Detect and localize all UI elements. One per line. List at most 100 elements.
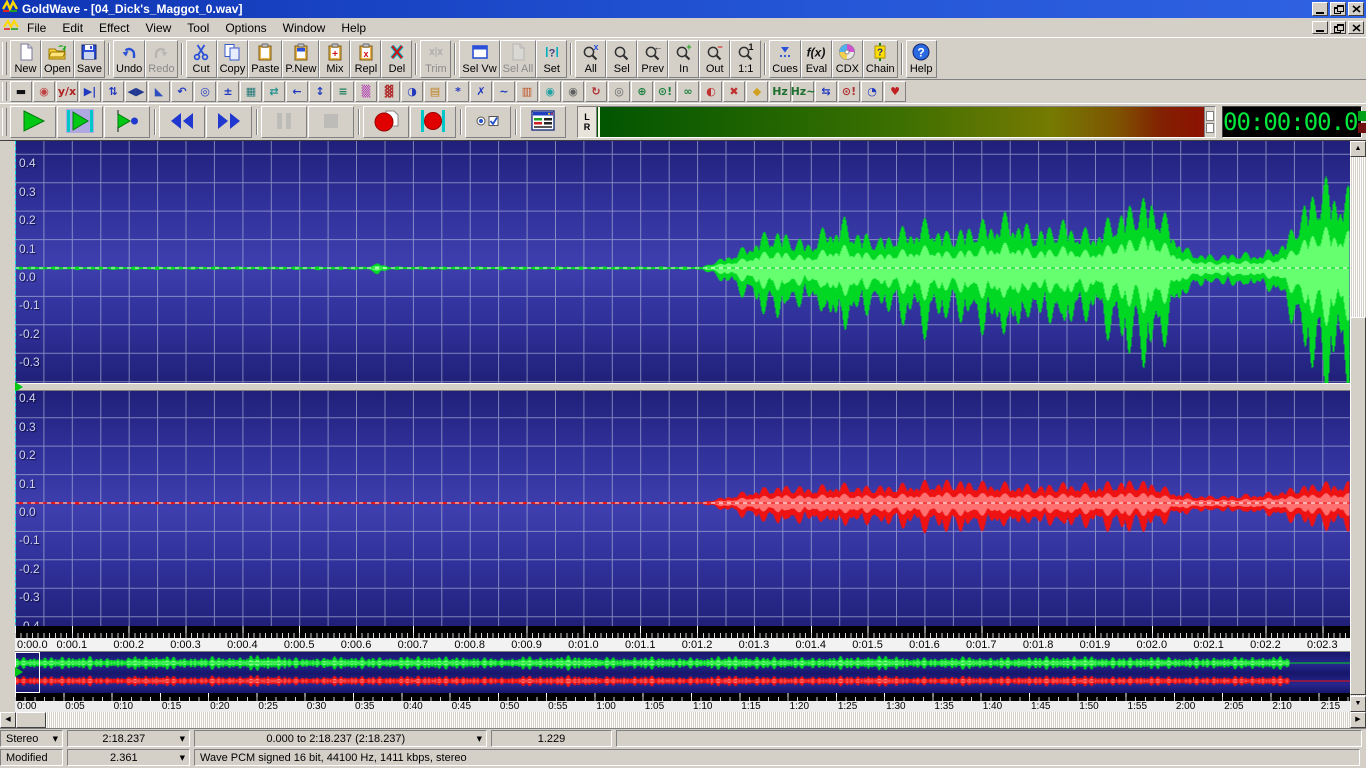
replace-button[interactable]: x Repl	[350, 40, 381, 78]
spectrum-bar-icon[interactable]: ▥	[516, 81, 538, 102]
max-volume-icon[interactable]: ⊕	[631, 81, 653, 102]
doc-close-button[interactable]	[1348, 21, 1364, 34]
horizontal-scroll-thumb[interactable]	[16, 712, 46, 728]
overview-ruler-ticks[interactable]	[15, 693, 1350, 701]
balance-icon[interactable]: ◐	[700, 81, 722, 102]
cd-extract-button[interactable]: CDX	[832, 40, 863, 78]
media-sequencer-icon[interactable]: ▤	[424, 81, 446, 102]
vertical-zoom-scrollbar[interactable]: ▲ ▼	[1350, 141, 1366, 712]
menu-item[interactable]: Options	[217, 19, 274, 37]
rewind-button[interactable]	[159, 106, 205, 138]
playback-rate-icon[interactable]: Hz	[769, 81, 791, 102]
volume-icon[interactable]: ↕	[309, 81, 331, 102]
dynamics-knob-icon[interactable]: ◎	[608, 81, 630, 102]
rotate-knob-icon[interactable]: ↻	[585, 81, 607, 102]
expression-evaluator-button[interactable]: f(x) Eval	[801, 40, 832, 78]
zoom-in-button[interactable]: + In	[668, 40, 699, 78]
marker-position[interactable]: 2.361▼	[67, 749, 190, 766]
pop-removal-icon[interactable]: *	[447, 81, 469, 102]
play-button[interactable]	[10, 106, 56, 138]
new-button[interactable]: New	[10, 40, 41, 78]
shape-volume-icon[interactable]: ∞	[677, 81, 699, 102]
level-meter[interactable]: L R	[577, 106, 1216, 138]
chain-help-button[interactable]: ? Chain	[863, 40, 898, 78]
auto-gain-icon[interactable]: ⊙!	[838, 81, 860, 102]
menu-item[interactable]: Window	[275, 19, 334, 37]
noise-reduction-icon[interactable]: ▒	[355, 81, 377, 102]
overview-strip[interactable]	[15, 652, 1350, 693]
preset-dropdown-icon[interactable]: ▬	[10, 81, 32, 102]
close-button[interactable]	[1348, 2, 1364, 16]
help-button[interactable]: ? Help	[906, 40, 937, 78]
fade-icon[interactable]: ◣	[148, 81, 170, 102]
play-selection-button[interactable]	[57, 106, 103, 138]
meter-grip[interactable]	[1204, 107, 1215, 137]
stereo-shaper-icon[interactable]: ◆	[746, 81, 768, 102]
menu-item[interactable]: Tool	[179, 19, 217, 37]
record-new-button[interactable]	[363, 106, 409, 138]
doc-minimize-button[interactable]	[1312, 21, 1328, 34]
status-spacer[interactable]	[616, 730, 1362, 747]
previous-effect-icon[interactable]: ←	[286, 81, 308, 102]
click-removal-icon[interactable]: ✗	[470, 81, 492, 102]
control-properties-button[interactable]	[520, 106, 566, 138]
play-from-marker-button[interactable]	[104, 106, 150, 138]
zoom-previous-button[interactable]: ← Prev	[637, 40, 668, 78]
spectrum-filter-icon[interactable]: ◑	[401, 81, 423, 102]
delete-button[interactable]: Del	[381, 40, 412, 78]
pan-knob-icon[interactable]: ◉	[539, 81, 561, 102]
invert-icon[interactable]: ±	[217, 81, 239, 102]
time-display[interactable]: 00:00:00.0	[1222, 106, 1362, 138]
restore-button[interactable]	[1330, 2, 1346, 16]
parametric-eq-icon[interactable]: ▦	[240, 81, 262, 102]
noise-gate-icon[interactable]: ▓	[378, 81, 400, 102]
minimize-button[interactable]	[1312, 2, 1328, 16]
scroll-right-button[interactable]: ▶	[1350, 712, 1366, 728]
paste-button[interactable]: Paste	[248, 40, 282, 78]
toolbar-grip[interactable]	[2, 42, 7, 75]
time-axis-ticks[interactable]	[15, 626, 1350, 638]
channel-mode-select[interactable]: Stereo▼	[0, 730, 63, 747]
paste-new-button[interactable]: P.New	[282, 40, 319, 78]
resample-icon[interactable]: Hz∼	[792, 81, 814, 102]
time-clock-icon[interactable]: ◔	[861, 81, 883, 102]
voice-over-icon[interactable]: ♥	[884, 81, 906, 102]
time-warp-icon[interactable]: ⇄	[263, 81, 285, 102]
offset-icon[interactable]: ▶|	[79, 81, 101, 102]
zoom-1to1-button[interactable]: 1 1:1	[730, 40, 761, 78]
zoom-out-button[interactable]: − Out	[699, 40, 730, 78]
mechanize-icon[interactable]: ◉	[33, 81, 55, 102]
menu-item[interactable]: Effect	[91, 19, 137, 37]
open-button[interactable]: Open	[41, 40, 74, 78]
equalizer-icon[interactable]: ≡	[332, 81, 354, 102]
vertical-scroll-thumb[interactable]	[1350, 317, 1366, 695]
scroll-left-button[interactable]: ◀	[0, 712, 16, 728]
channel-divider[interactable]	[15, 383, 1350, 391]
match-volume-icon[interactable]: ⊙!	[654, 81, 676, 102]
select-view-button[interactable]: Sel Vw	[459, 40, 499, 78]
zoom-all-button[interactable]: x All	[575, 40, 606, 78]
mix-button[interactable]: + Mix	[319, 40, 350, 78]
flange-icon[interactable]: ◎	[194, 81, 216, 102]
selection-range-select[interactable]: 0.000 to 2:18.237 (2:18.237)▼	[194, 730, 487, 747]
horizontal-scrollbar[interactable]: ◀ ▶	[0, 712, 1366, 729]
fast-forward-button[interactable]	[206, 106, 252, 138]
save-button[interactable]: Save	[74, 40, 105, 78]
smoother-icon[interactable]: ∼	[493, 81, 515, 102]
file-format-info[interactable]: Wave PCM signed 16 bit, 44100 Hz, 1411 k…	[194, 749, 1360, 766]
expression-icon[interactable]: y/x	[56, 81, 78, 102]
copy-button[interactable]: Copy	[217, 40, 249, 78]
level-meter-bar[interactable]	[597, 107, 1204, 137]
doc-restore-button[interactable]	[1330, 21, 1346, 34]
reverse-icon[interactable]: ↶	[171, 81, 193, 102]
set-selection-button[interactable]: ? Set	[536, 40, 567, 78]
menu-item[interactable]: View	[138, 19, 180, 37]
menu-item[interactable]: Edit	[54, 19, 91, 37]
channel-converter-icon[interactable]: ⇆	[815, 81, 837, 102]
zoom-selection-button[interactable]: Sel	[606, 40, 637, 78]
modified-status[interactable]: Modified	[0, 749, 63, 766]
doppler-icon[interactable]: ◀▶	[125, 81, 147, 102]
waveform-left-channel[interactable]: 0.40.30.20.10.0-0.1-0.2-0.3-0.4	[15, 141, 1350, 383]
scroll-down-button[interactable]: ▼	[1350, 696, 1366, 712]
scroll-up-button[interactable]: ▲	[1350, 141, 1366, 157]
